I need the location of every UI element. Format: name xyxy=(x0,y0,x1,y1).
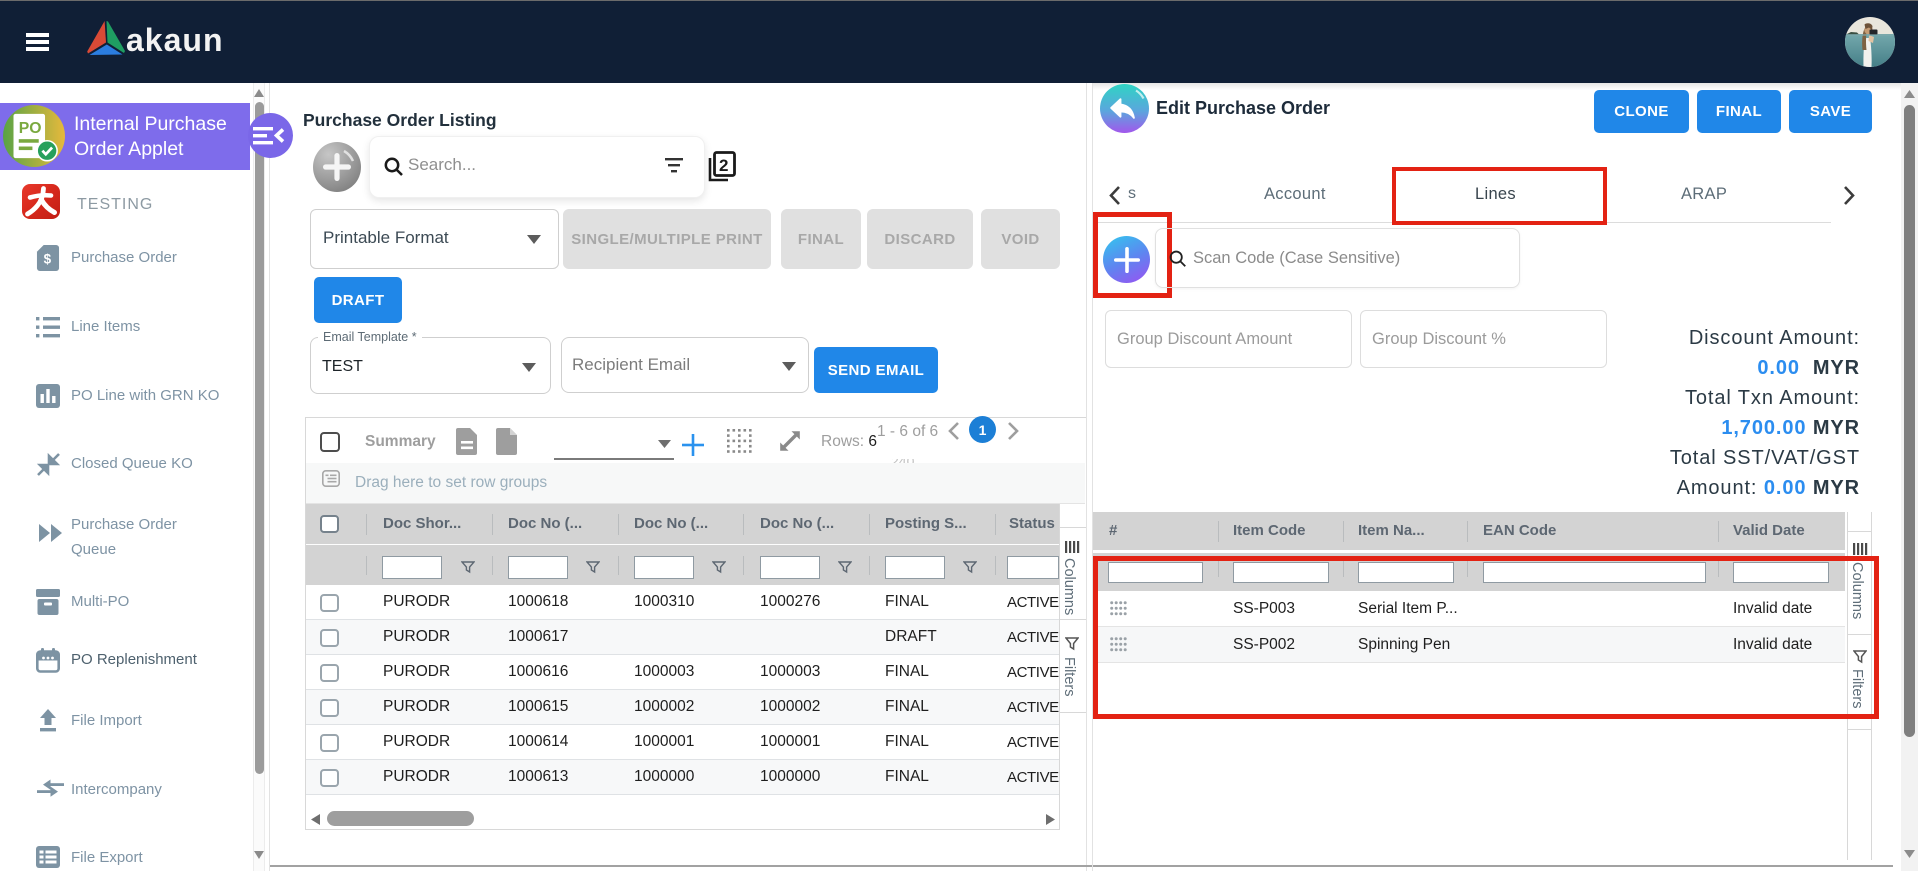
svg-text:2: 2 xyxy=(719,156,728,175)
svg-text:PO: PO xyxy=(19,120,42,137)
svg-text:$: $ xyxy=(44,251,52,266)
